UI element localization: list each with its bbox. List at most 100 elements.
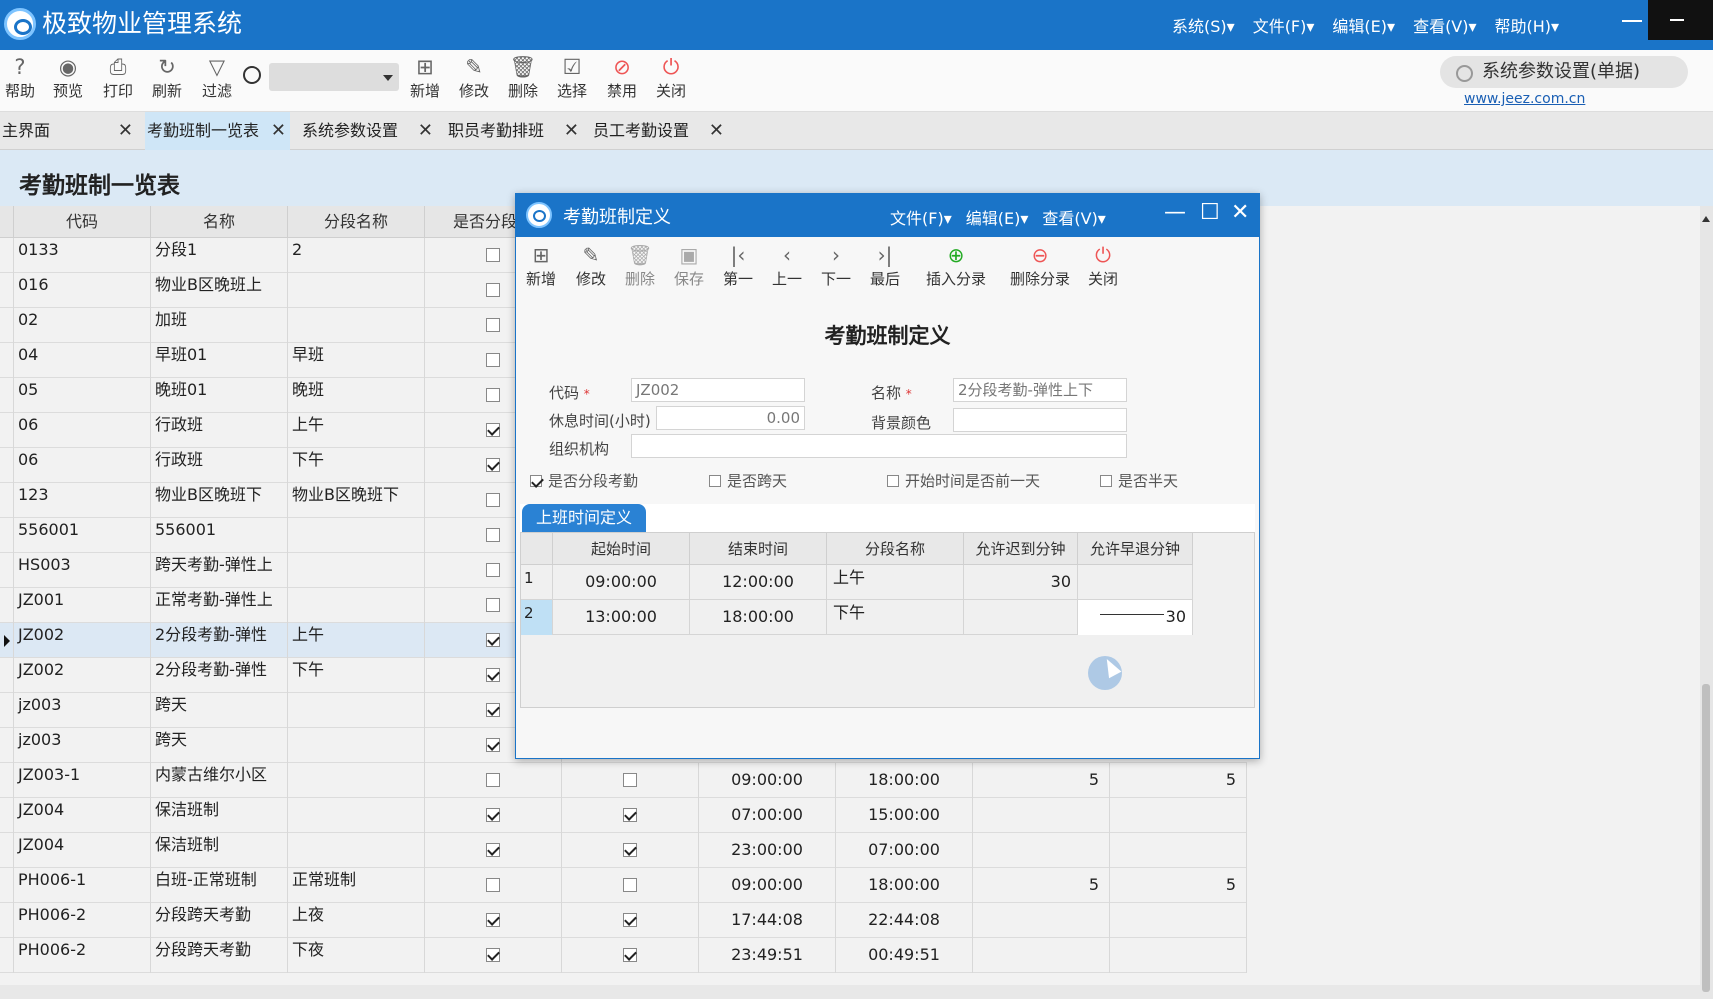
segment-name-cell[interactable] [288, 273, 425, 308]
code-cell[interactable]: JZ004 [14, 798, 151, 833]
disable-button[interactable]: ⊘ 禁用 [599, 54, 645, 110]
menu-view[interactable]: 查看(V)▾ [1413, 13, 1476, 37]
segmented-checkbox[interactable] [486, 528, 500, 542]
end-time-cell[interactable]: 12:00:00 [690, 565, 827, 600]
edit-button[interactable]: ✎ 修改 [451, 54, 497, 110]
select-button[interactable]: ☑ 选择 [549, 54, 595, 110]
code-cell[interactable]: 02 [14, 308, 151, 343]
code-cell[interactable]: 0133 [14, 238, 151, 273]
segment-name-cell[interactable]: 下夜 [288, 938, 425, 973]
code-cell[interactable]: jz003 [14, 728, 151, 763]
function-search[interactable]: 系统参数设置(单据) [1440, 56, 1688, 88]
code-cell[interactable]: 05 [14, 378, 151, 413]
cross-day-option[interactable]: 是否跨天 [709, 470, 787, 491]
cross-day-checkbox[interactable] [623, 948, 637, 962]
table-row[interactable]: JZ003-1 内蒙古维尔小区 09:00:00 18:00:00 5 5 [0, 763, 1247, 798]
cross-day-checkbox[interactable] [709, 475, 721, 487]
dialog-first-button[interactable]: |‹ 第一 [715, 242, 761, 289]
segment-name-cell[interactable] [288, 308, 425, 343]
segment-name-cell[interactable] [288, 833, 425, 868]
cross-day-cell[interactable] [562, 868, 699, 903]
end-time-cell[interactable]: 15:00:00 [836, 798, 973, 833]
segmented-checkbox[interactable] [486, 913, 500, 927]
segment-name-cell[interactable] [288, 588, 425, 623]
cross-day-checkbox[interactable] [623, 773, 637, 787]
cross-day-checkbox[interactable] [623, 808, 637, 822]
name-cell[interactable]: 2分段考勤-弹性 [151, 658, 288, 693]
end-time-header[interactable]: 结束时间 [690, 533, 827, 565]
delete-button[interactable]: 🗑 删除 [500, 54, 546, 110]
code-cell[interactable]: JZ001 [14, 588, 151, 623]
dialog-delete-button[interactable]: 🗑 删除 [617, 242, 663, 289]
background-color-field[interactable] [953, 408, 1127, 432]
menu-help[interactable]: 帮助(H)▾ [1495, 13, 1560, 37]
segment-name-cell[interactable]: 上夜 [288, 903, 425, 938]
table-row[interactable]: PH006-2 分段跨天考勤 上夜 17:44:08 22:44:08 [0, 903, 1247, 938]
dialog-menu-file[interactable]: 文件(F)▾ [890, 205, 952, 229]
close-icon[interactable]: ✕ [564, 112, 579, 150]
name-cell[interactable]: 2分段考勤-弹性 [151, 623, 288, 658]
start-time-cell[interactable]: 23:00:00 [699, 833, 836, 868]
late-minutes-header[interactable]: 允许迟到分钟 [964, 533, 1078, 565]
segmented-cell[interactable] [425, 798, 562, 833]
code-cell[interactable]: PH006-1 [14, 868, 151, 903]
name-cell[interactable]: 保洁班制 [151, 833, 288, 868]
name-cell[interactable]: 556001 [151, 518, 288, 553]
late-minutes-cell[interactable]: 5 [973, 868, 1110, 903]
dialog-last-button[interactable]: ›| 最后 [862, 242, 908, 289]
end-time-cell[interactable]: 22:44:08 [836, 903, 973, 938]
code-field[interactable]: JZ002 [631, 378, 805, 402]
early-leave-minutes-cell[interactable] [1110, 833, 1247, 868]
segmented-cell[interactable] [425, 833, 562, 868]
name-cell[interactable]: 正常考勤-弹性上 [151, 588, 288, 623]
dialog-close-button[interactable]: ✕ [1231, 200, 1249, 225]
preview-button[interactable]: ◉ 预览 [45, 54, 91, 110]
tab-work-time-definition[interactable]: 上班时间定义 [522, 504, 646, 532]
segmented-cell[interactable] [425, 938, 562, 973]
start-time-cell[interactable]: 07:00:00 [699, 798, 836, 833]
name-cell[interactable]: 分段跨天考勤 [151, 938, 288, 973]
segmented-checkbox[interactable] [486, 598, 500, 612]
start-previous-day-option[interactable]: 开始时间是否前一天 [887, 470, 1040, 491]
cross-day-cell[interactable] [562, 798, 699, 833]
filter-button[interactable]: ▽ 过滤 [194, 54, 240, 110]
segment-name-cell[interactable]: 下午 [288, 448, 425, 483]
late-minutes-cell[interactable] [973, 833, 1110, 868]
organization-field[interactable] [631, 434, 1127, 458]
late-minutes-cell[interactable] [973, 798, 1110, 833]
name-cell[interactable]: 物业B区晚班上 [151, 273, 288, 308]
table-row[interactable]: JZ004 保洁班制 23:00:00 07:00:00 [0, 833, 1247, 868]
dialog-maximize-button[interactable]: ☐ [1200, 200, 1220, 225]
scroll-thumb[interactable] [1702, 684, 1710, 992]
code-cell[interactable]: JZ002 [14, 623, 151, 658]
code-cell[interactable]: JZ002 [14, 658, 151, 693]
column-header-segment[interactable]: 分段名称 [288, 206, 425, 238]
segment-name-cell[interactable]: 上午 [288, 623, 425, 658]
tab-employee-attendance[interactable]: 员工考勤设置 ✕ [591, 112, 728, 150]
early-leave-minutes-header[interactable]: 允许早退分钟 [1078, 533, 1193, 565]
segmented-option[interactable]: 是否分段考勤 [530, 470, 638, 491]
code-cell[interactable]: 06 [14, 413, 151, 448]
segmented-checkbox[interactable] [486, 808, 500, 822]
dialog-edit-button[interactable]: ✎ 修改 [568, 242, 614, 289]
code-cell[interactable]: 556001 [14, 518, 151, 553]
segmented-checkbox[interactable] [486, 843, 500, 857]
end-time-cell[interactable]: 18:00:00 [836, 868, 973, 903]
segment-name-cell[interactable]: 下午 [288, 658, 425, 693]
segmented-checkbox[interactable] [486, 773, 500, 787]
segmented-checkbox[interactable] [486, 388, 500, 402]
scroll-up-icon[interactable] [1702, 216, 1710, 222]
name-cell[interactable]: 行政班 [151, 413, 288, 448]
column-header-name[interactable]: 名称 [151, 206, 288, 238]
early-leave-minutes-cell[interactable] [1110, 903, 1247, 938]
segmented-cell[interactable] [425, 763, 562, 798]
code-cell[interactable]: HS003 [14, 553, 151, 588]
tab-system-params[interactable]: 系统参数设置 ✕ [300, 112, 437, 150]
early-leave-minutes-cell[interactable]: 5 [1110, 763, 1247, 798]
name-cell[interactable]: 跨天考勤-弹性上 [151, 553, 288, 588]
cross-day-checkbox[interactable] [623, 843, 637, 857]
cross-day-cell[interactable] [562, 938, 699, 973]
segment-name-cell[interactable] [288, 763, 425, 798]
name-cell[interactable]: 行政班 [151, 448, 288, 483]
start-time-cell[interactable]: 23:49:51 [699, 938, 836, 973]
